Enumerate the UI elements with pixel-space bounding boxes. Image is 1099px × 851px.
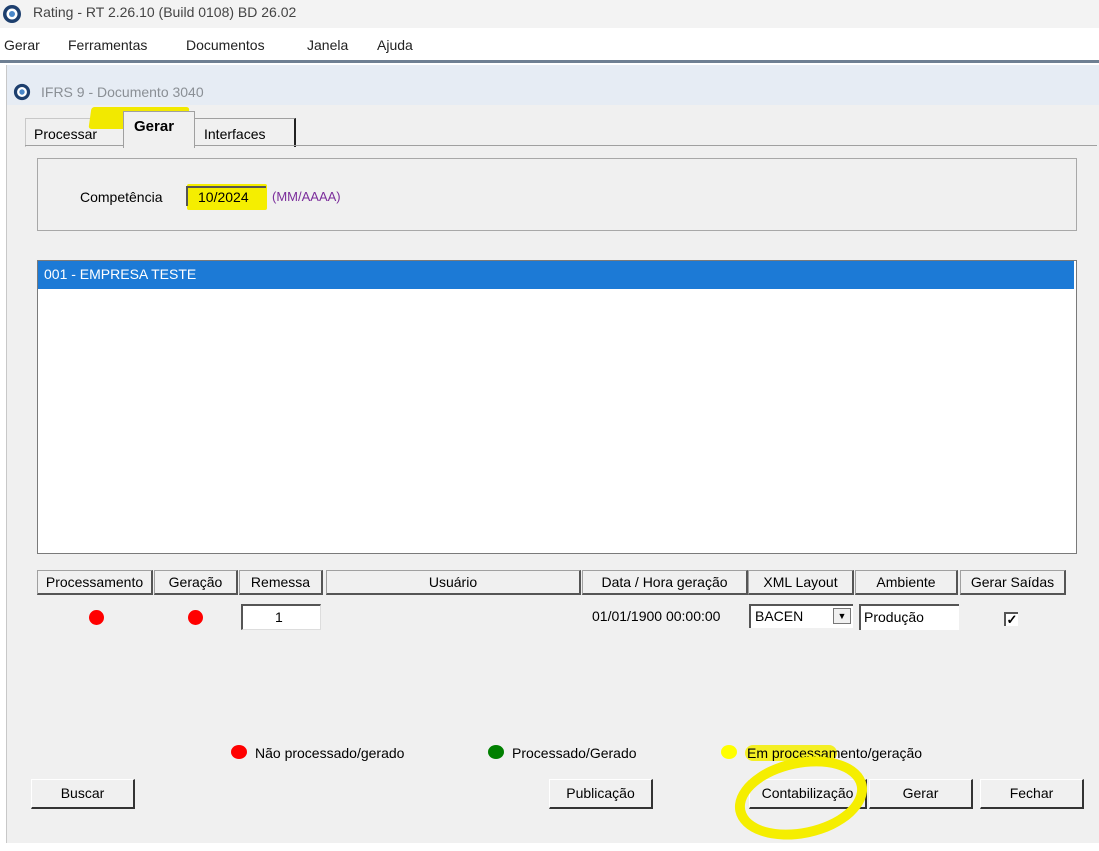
- window-titlebar: IFRS 9 - Documento 3040: [7, 65, 1099, 105]
- tab-interfaces[interactable]: Interfaces: [193, 118, 296, 147]
- app-titlebar: Rating - RT 2.26.10 (Build 0108) BD 26.0…: [0, 0, 1099, 28]
- legend-nao-processado: Não processado/gerado: [255, 745, 405, 761]
- competencia-input[interactable]: [186, 186, 266, 206]
- col-header-data-hora[interactable]: Data / Hora geração: [582, 570, 748, 595]
- competencia-label: Competência: [80, 189, 163, 205]
- competencia-group: Competência (MM/AAAA): [37, 158, 1077, 231]
- xml-layout-select[interactable]: BACEN ▼: [749, 604, 853, 628]
- menu-janela[interactable]: Janela: [307, 37, 348, 53]
- app-title: Rating - RT 2.26.10 (Build 0108) BD 26.0…: [33, 4, 297, 20]
- menubar: Gerar Ferramentas Documentos Janela Ajud…: [0, 30, 1099, 60]
- gerar-saidas-checkbox[interactable]: ✓: [1004, 612, 1018, 626]
- list-item[interactable]: 001 - EMPRESA TESTE: [38, 261, 1074, 289]
- col-header-processamento[interactable]: Processamento: [37, 570, 153, 595]
- window-logo-icon: [13, 83, 31, 101]
- geracao-status-dot: [188, 610, 203, 625]
- col-header-xml-layout[interactable]: XML Layout: [748, 570, 854, 595]
- ambiente-field[interactable]: Produção: [859, 604, 959, 630]
- tab-gerar-label: Gerar: [134, 118, 175, 135]
- menu-gerar[interactable]: Gerar: [4, 37, 40, 53]
- legend-em-processamento: Em processamento/geração: [747, 745, 923, 761]
- fechar-button[interactable]: Fechar: [980, 779, 1084, 809]
- publicacao-button[interactable]: Publicação: [549, 779, 653, 809]
- legend-yellow-dot: [721, 745, 737, 759]
- col-header-gerar-saidas[interactable]: Gerar Saídas: [960, 570, 1066, 595]
- gerar-button[interactable]: Gerar: [869, 779, 973, 809]
- tab-gerar[interactable]: Gerar: [123, 111, 195, 148]
- tab-interfaces-label: Interfaces: [204, 126, 266, 142]
- company-list[interactable]: 001 - EMPRESA TESTE: [37, 260, 1077, 554]
- xml-layout-value: BACEN: [755, 608, 804, 624]
- menu-ajuda[interactable]: Ajuda: [377, 37, 413, 53]
- legend-green-dot: [488, 745, 504, 759]
- window-title: IFRS 9 - Documento 3040: [41, 84, 204, 100]
- data-hora-value: 01/01/1900 00:00:00: [592, 608, 721, 624]
- col-header-remessa[interactable]: Remessa: [239, 570, 323, 595]
- col-header-geracao[interactable]: Geração: [154, 570, 238, 595]
- col-header-ambiente[interactable]: Ambiente: [855, 570, 958, 595]
- contabilizacao-button[interactable]: Contabilização: [749, 779, 867, 809]
- mdi-border: [0, 60, 1099, 63]
- ifrs9-window: IFRS 9 - Documento 3040 Processar Gerar …: [6, 65, 1099, 851]
- menu-ferramentas[interactable]: Ferramentas: [68, 37, 147, 53]
- legend-red-dot: [231, 745, 247, 759]
- col-header-usuario[interactable]: Usuário: [326, 570, 581, 595]
- competencia-format-hint: (MM/AAAA): [272, 189, 341, 204]
- legend-processado: Processado/Gerado: [512, 745, 637, 761]
- processamento-status-dot: [89, 610, 104, 625]
- chevron-down-icon[interactable]: ▼: [833, 608, 851, 624]
- menu-documentos[interactable]: Documentos: [186, 37, 265, 53]
- tab-processar-label: Processar: [34, 126, 98, 142]
- remessa-field[interactable]: 1: [241, 604, 321, 630]
- list-item-label: 001 - EMPRESA TESTE: [44, 266, 197, 282]
- buscar-button[interactable]: Buscar: [31, 779, 135, 809]
- app-logo-icon: [3, 5, 21, 23]
